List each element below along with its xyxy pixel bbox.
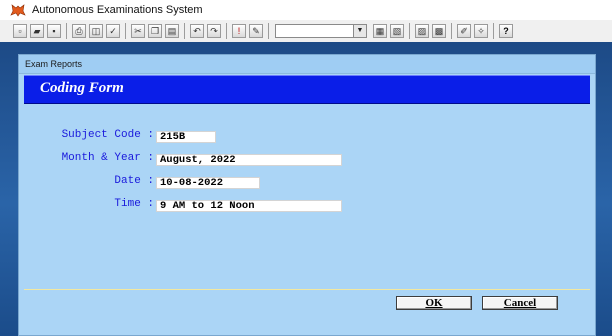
open-icon[interactable]: ▰ [30,24,44,38]
toolbar-separator [451,23,452,39]
view-icon[interactable]: ▦ [373,24,387,38]
table-icon[interactable]: ▩ [432,24,446,38]
paste-icon[interactable]: ▤ [165,24,179,38]
toolbar-combo[interactable]: ▼ [275,24,367,38]
new-icon[interactable]: ▫ [13,24,27,38]
month-year-field[interactable]: August, 2022 [156,154,342,166]
exam-reports-window: Exam Reports Coding Form Subject Code : … [18,54,596,336]
app-title: Autonomous Examinations System [32,4,203,16]
time-field[interactable]: 9 AM to 12 Noon [156,200,342,212]
form-banner: Coding Form [24,75,590,104]
form-heading: Coding Form [40,80,124,96]
toolbar-separator [184,23,185,39]
subject-code-label: Subject Code : [61,129,154,141]
app-logo-icon [10,3,26,17]
report-icon[interactable]: ▨ [415,24,429,38]
save-icon[interactable]: ▪ [47,24,61,38]
date-label: Date : [114,175,154,187]
help-icon[interactable]: ? [499,24,513,38]
date-field[interactable]: 10-08-2022 [156,177,260,189]
subject-code-field[interactable]: 215B [156,131,216,143]
wizard-icon[interactable]: ✧ [474,24,488,38]
window-title: Exam Reports [19,55,595,74]
footer-divider [24,289,590,290]
toolbar-separator [226,23,227,39]
spell-check-icon[interactable]: ✓ [106,24,120,38]
undo-icon[interactable]: ↶ [190,24,204,38]
cut-icon[interactable]: ✂ [131,24,145,38]
redo-icon[interactable]: ↷ [207,24,221,38]
toolbar-separator [409,23,410,39]
run-icon[interactable]: ! [232,24,246,38]
modify-icon[interactable]: ✎ [249,24,263,38]
chevron-down-icon[interactable]: ▼ [353,25,366,37]
form-icon[interactable]: ▧ [390,24,404,38]
toolbar-separator [125,23,126,39]
copy-icon[interactable]: ❐ [148,24,162,38]
print-icon[interactable]: ⎙ [72,24,86,38]
toolbar-separator [66,23,67,39]
ok-button[interactable]: OK [396,296,472,310]
month-year-label: Month & Year : [61,152,154,164]
main-toolbar: ▫ ▰ ▪ ⎙ ◫ ✓ ✂ ❐ ▤ ↶ ↷ ! ✎ ▼ ▦ ▧ ▨ ▩ ✐ ✧ … [0,20,612,43]
toolbar-separator [493,23,494,39]
toolbar-separator [268,23,269,39]
cancel-button[interactable]: Cancel [482,296,558,310]
print-preview-icon[interactable]: ◫ [89,24,103,38]
edit-icon[interactable]: ✐ [457,24,471,38]
time-label: Time : [114,198,154,210]
app-title-bar: Autonomous Examinations System [0,0,612,21]
